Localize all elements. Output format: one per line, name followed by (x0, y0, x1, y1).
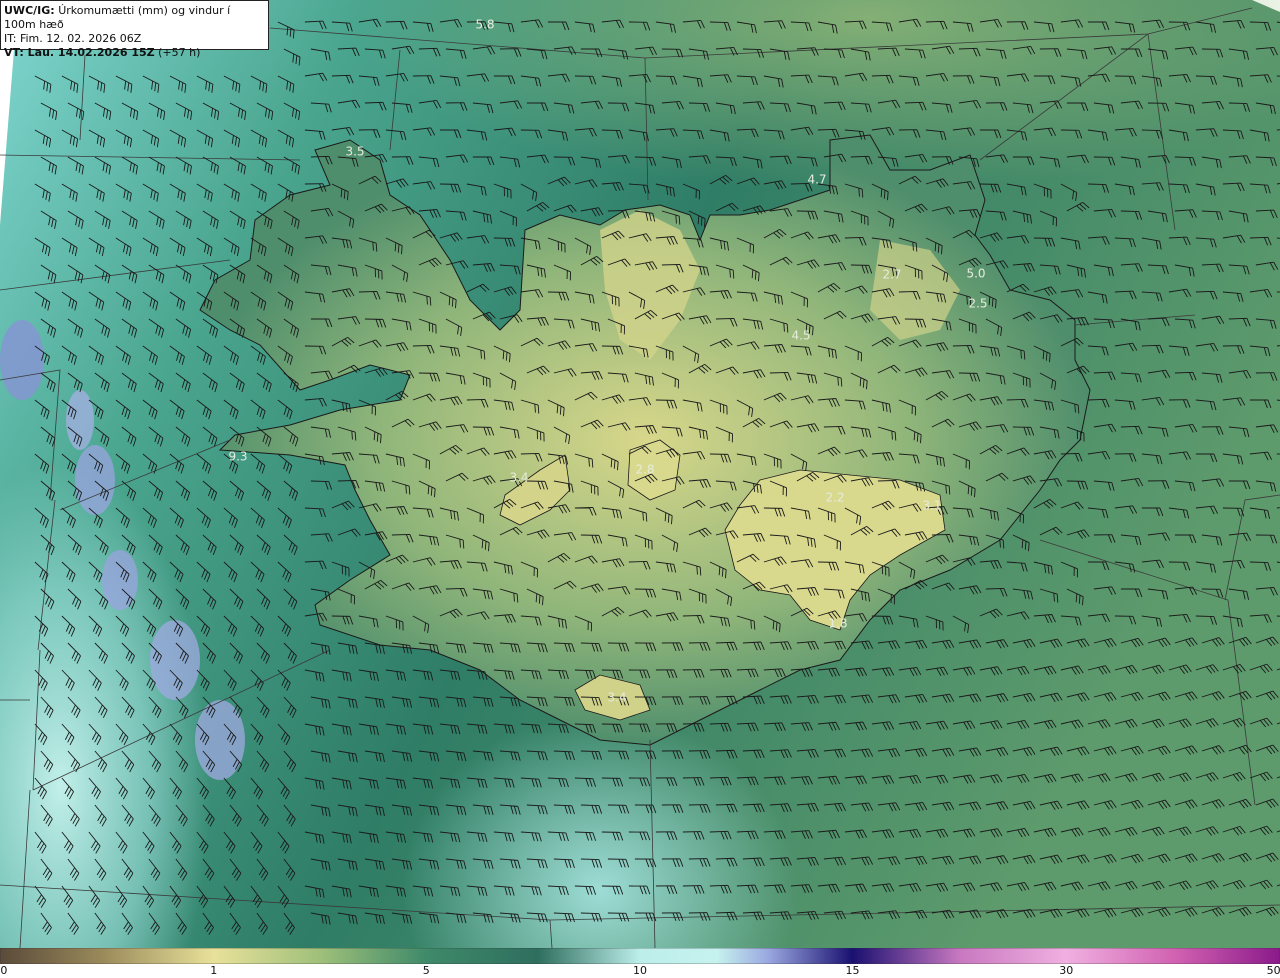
colorbar-strip (0, 948, 1280, 964)
colorbar-tick-label: 30 (1059, 964, 1074, 977)
map-value-label: 2.2 (825, 491, 844, 505)
colorbar-tick-label: 10 (633, 964, 647, 977)
colorbar-tick-label: 0 (0, 964, 8, 977)
forecast-lead: (+57 h) (158, 46, 201, 59)
map-value-label: 5.0 (966, 267, 985, 281)
colorbar-tick-label: 1 (210, 964, 218, 977)
map-value-label: 2.8 (635, 463, 654, 477)
map-value-label: 4.5 (791, 329, 810, 343)
map-value-label: 3.4 (509, 471, 528, 485)
map-value-label: 4.7 (807, 173, 826, 187)
map-value-label: 2.5 (968, 297, 987, 311)
map-value-label: 9.3 (228, 450, 247, 464)
map-value-label: 3.4 (607, 691, 626, 705)
info-box: UWC/IG: Úrkomumætti (mm) og vindur í 100… (0, 0, 269, 59)
product-code: UWC/IG: (4, 4, 55, 17)
colorbar-tick-label: 15 (845, 964, 860, 977)
issue-time: IT: Fim. 12. 02. 2026 06Z (4, 32, 142, 45)
valid-time: VT: Lau. 14.02.2026 15Z (4, 46, 155, 59)
colorbar-tick-label: 5 (422, 964, 430, 977)
map-value-label: 2.7 (882, 268, 901, 282)
map-value-label: 5.8 (475, 18, 494, 32)
weather-map: 5.8 3.5 4.7 2.7 5.0 2.5 4.5 3.4 2.8 3.4 9.3 2.2 3.1 1… (0, 0, 1280, 948)
map-value-label: 3.5 (345, 145, 364, 159)
colorbar-tick-label: 50 (1266, 964, 1280, 977)
map-value-label: 1.8 (828, 617, 847, 631)
colorbar-ticks: 0 1 5 10 15 30 50 (0, 964, 1280, 978)
map-value-label: 3.1 (922, 499, 941, 513)
